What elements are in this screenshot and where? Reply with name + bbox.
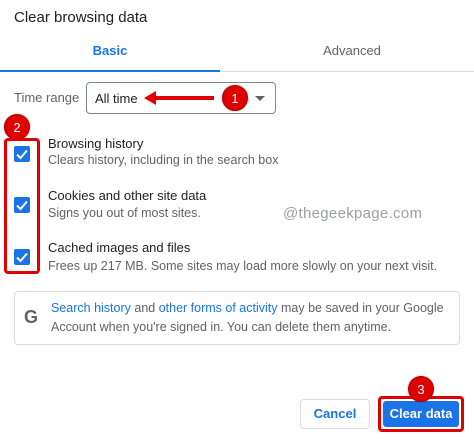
checkmark-icon xyxy=(16,252,28,263)
tab-advanced[interactable]: Advanced xyxy=(236,36,468,72)
tab-selected-indicator xyxy=(0,70,220,72)
info-line-2: Account when you're signed in. You can d… xyxy=(51,320,392,334)
time-range-label: Time range xyxy=(14,90,80,105)
annotation-arrow-line xyxy=(152,96,214,100)
annotation-badge-1: 1 xyxy=(222,85,248,111)
info-text-and: and xyxy=(130,301,159,315)
cancel-button[interactable]: Cancel xyxy=(300,399,370,429)
watermark: @thegeekpage.com xyxy=(283,205,423,222)
tab-bar: Basic Advanced xyxy=(0,36,474,72)
search-history-link[interactable]: Search history xyxy=(51,301,131,315)
browsing-history-checkbox[interactable] xyxy=(14,146,30,162)
info-line-1: Search history and other forms of activi… xyxy=(51,301,444,315)
cached-images-title: Cached images and files xyxy=(48,240,191,255)
tab-basic[interactable]: Basic xyxy=(0,36,220,72)
cookies-description: Signs you out of most sites. xyxy=(48,206,201,220)
annotation-badge-3: 3 xyxy=(408,376,434,402)
browsing-history-description: Clears history, including in the search … xyxy=(48,153,279,167)
time-range-value: All time xyxy=(95,91,138,106)
google-activity-info: G Search history and other forms of acti… xyxy=(14,291,460,345)
cookies-checkbox[interactable] xyxy=(14,197,30,213)
dialog-title: Clear browsing data xyxy=(14,9,148,26)
annotation-arrow-head xyxy=(144,91,156,105)
checkmark-icon xyxy=(16,200,28,211)
checkmark-icon xyxy=(16,149,28,160)
annotation-badge-2: 2 xyxy=(4,114,30,140)
cookies-title: Cookies and other site data xyxy=(48,188,207,203)
browsing-history-title: Browsing history xyxy=(48,136,144,151)
google-icon: G xyxy=(24,307,39,327)
cached-images-description: Frees up 217 MB. Some sites may load mor… xyxy=(48,259,438,273)
dropdown-caret-icon xyxy=(255,96,265,101)
cached-images-checkbox[interactable] xyxy=(14,249,30,265)
clear-data-button[interactable]: Clear data xyxy=(383,401,459,427)
other-activity-link[interactable]: other forms of activity xyxy=(159,301,278,315)
info-text-rest: may be saved in your Google xyxy=(277,301,444,315)
